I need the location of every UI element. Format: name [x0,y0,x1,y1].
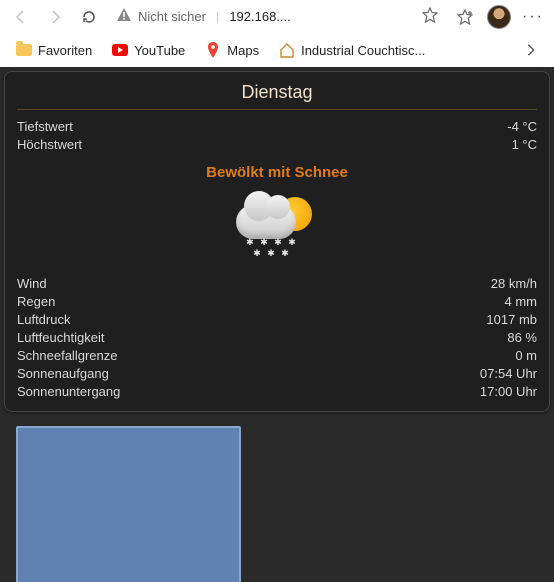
bookmark-label: Maps [227,43,259,58]
temp-label: Höchstwert [17,136,82,154]
bookmark-label: Favoriten [38,43,92,58]
detail-row: Wind 28 km/h [17,275,537,293]
detail-label: Sonnenuntergang [17,383,120,401]
detail-value: 1017 mb [486,311,537,329]
detail-label: Wind [17,275,47,293]
temp-value: -4 °C [507,118,537,136]
address-bar[interactable]: Nicht sicher | 192.168.... [108,3,446,31]
back-button[interactable] [6,2,36,32]
separator: | [212,9,223,24]
profile-button[interactable] [484,2,514,32]
collections-button[interactable] [450,2,480,32]
placeholder-tile[interactable] [16,426,241,582]
detail-row: Regen 4 mm [17,293,537,311]
detail-value: 86 % [507,329,537,347]
detail-row: Sonnenuntergang 17:00 Uhr [17,383,537,401]
bookmarks-overflow-button[interactable] [516,35,546,65]
card-title: Dienstag [17,80,537,109]
detail-row: Schneefallgrenze 0 m [17,347,537,365]
divider [17,109,537,110]
cloud-snow-sun-icon: ✱ ✱ ✱ ✱✱ ✱ ✱ [232,191,322,261]
detail-label: Luftdruck [17,311,70,329]
detail-row: Luftfeuchtigkeit 86 % [17,329,537,347]
favorite-star-icon[interactable] [422,7,438,26]
detail-value: 07:54 Uhr [480,365,537,383]
detail-value: 4 mm [505,293,538,311]
bookmark-label: YouTube [134,43,185,58]
browser-toolbar: Nicht sicher | 192.168.... ··· [0,0,554,33]
weather-icon-wrap: ✱ ✱ ✱ ✱✱ ✱ ✱ [17,185,537,275]
detail-row: Sonnenaufgang 07:54 Uhr [17,365,537,383]
address-text: 192.168.... [229,9,416,24]
bookmark-label: Industrial Couchtisc... [301,43,425,58]
condition-text: Bewölkt mit Schnee [17,154,537,185]
folder-icon [16,42,32,58]
detail-row: Luftdruck 1017 mb [17,311,537,329]
temp-row: Höchstwert 1 °C [17,136,537,154]
maps-pin-icon [205,42,221,58]
detail-value: 0 m [515,347,537,365]
forward-button[interactable] [40,2,70,32]
temp-label: Tiefstwert [17,118,73,136]
house-icon [279,42,295,58]
detail-value: 28 km/h [491,275,537,293]
temp-row: Tiefstwert -4 °C [17,118,537,136]
detail-label: Luftfeuchtigkeit [17,329,104,347]
detail-value: 17:00 Uhr [480,383,537,401]
page-viewport: Dienstag Tiefstwert -4 °C Höchstwert 1 °C B… [0,67,554,582]
bookmark-maps[interactable]: Maps [197,38,267,62]
detail-label: Schneefallgrenze [17,347,117,365]
bookmark-industrial[interactable]: Industrial Couchtisc... [271,38,433,62]
weather-card: Dienstag Tiefstwert -4 °C Höchstwert 1 °C B… [4,71,550,412]
refresh-button[interactable] [74,2,104,32]
insecure-label: Nicht sicher [138,9,206,24]
insecure-icon [116,7,132,26]
avatar [487,5,511,29]
youtube-icon [112,42,128,58]
bookmark-youtube[interactable]: YouTube [104,38,193,62]
detail-label: Regen [17,293,55,311]
bookmarks-bar: Favoriten YouTube Maps Industrial Coucht… [0,33,554,67]
temp-value: 1 °C [512,136,537,154]
more-menu-button[interactable]: ··· [518,2,548,32]
detail-label: Sonnenaufgang [17,365,109,383]
bookmark-favoriten[interactable]: Favoriten [8,38,100,62]
